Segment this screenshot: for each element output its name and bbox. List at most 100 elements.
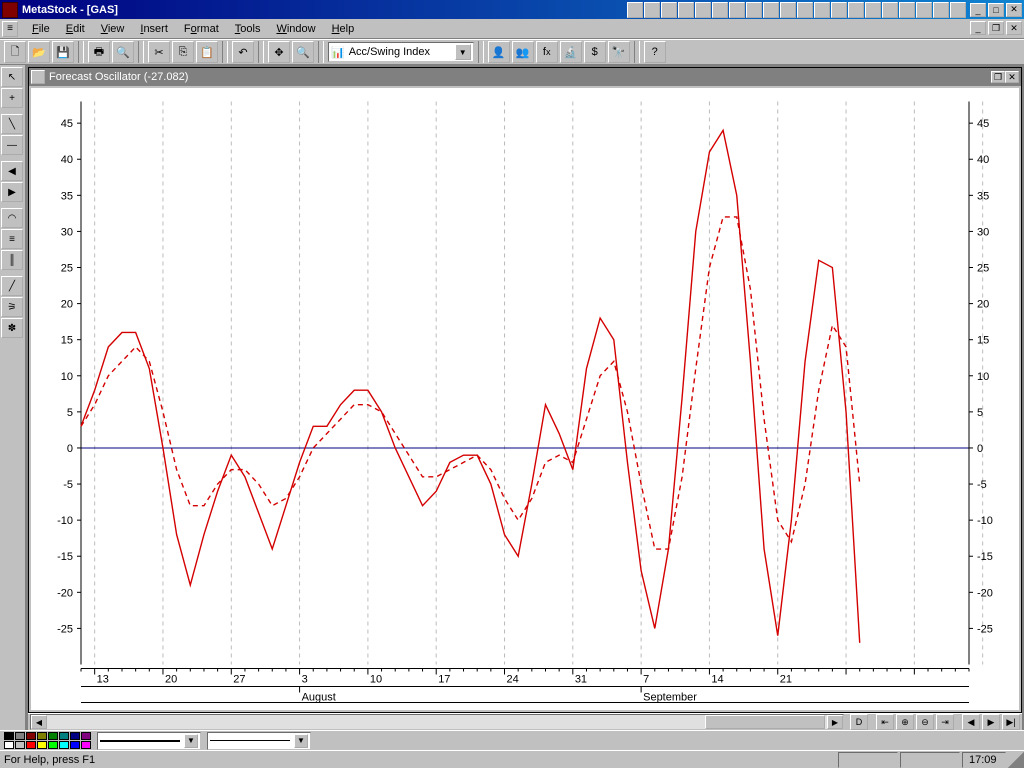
tray-icon[interactable]	[661, 2, 677, 18]
binoculars-button[interactable]: 🔭	[608, 41, 630, 63]
menu-window[interactable]: Window	[268, 21, 323, 37]
scroll-right-icon[interactable]: ▶	[827, 715, 843, 729]
text-tool[interactable]: ✽	[1, 318, 23, 338]
mdi-close-button[interactable]: ✕	[1006, 21, 1022, 35]
fib-tool[interactable]: ║	[1, 250, 23, 270]
tray-icon[interactable]	[695, 2, 711, 18]
menu-tools[interactable]: Tools	[227, 21, 269, 37]
tray-icon[interactable]	[950, 2, 966, 18]
paste-button[interactable]: 📋	[196, 41, 218, 63]
scroll-left-icon[interactable]: ◀	[31, 715, 47, 729]
tray-icon[interactable]	[831, 2, 847, 18]
nav-d-button[interactable]: D	[850, 714, 868, 730]
zoom-button[interactable]: 🔍	[292, 41, 314, 63]
color-swatch[interactable]	[26, 741, 36, 749]
menu-insert[interactable]: Insert	[132, 21, 176, 37]
tray-icon[interactable]	[814, 2, 830, 18]
mdi-sysmenu-icon[interactable]: ≡	[2, 21, 18, 37]
minimize-button[interactable]: _	[970, 3, 986, 17]
tray-icon[interactable]	[644, 2, 660, 18]
arrow-left-tool[interactable]: ◀	[1, 161, 23, 181]
microscope-button[interactable]: 🔬	[560, 41, 582, 63]
nav-first-button[interactable]: ◀	[962, 714, 980, 730]
tray-icon[interactable]	[865, 2, 881, 18]
color-swatch[interactable]	[81, 732, 91, 740]
tray-icon[interactable]	[933, 2, 949, 18]
color-swatch[interactable]	[4, 741, 14, 749]
hline-tool[interactable]: —	[1, 135, 23, 155]
tray-icon[interactable]	[797, 2, 813, 18]
nav-zoomout-button[interactable]: ⊖	[916, 714, 934, 730]
nav-zoomin-button[interactable]: ⊕	[896, 714, 914, 730]
print-button[interactable]: 🖶	[88, 41, 110, 63]
open-button[interactable]: 📂	[28, 41, 50, 63]
pointer-tool[interactable]: ↖	[1, 67, 23, 87]
trendline-tool[interactable]: ╲	[1, 114, 23, 134]
color-swatch[interactable]	[59, 732, 69, 740]
color-swatch[interactable]	[15, 732, 25, 740]
color-swatch[interactable]	[81, 741, 91, 749]
arrow-right-tool[interactable]: ▶	[1, 182, 23, 202]
new-button[interactable]: 🗋	[4, 41, 26, 63]
indicator-select[interactable]: 📊 Acc/Swing Index ▼	[328, 42, 474, 62]
color-swatch[interactable]	[48, 741, 58, 749]
nav-last-button[interactable]: ▶	[982, 714, 1000, 730]
cut-button[interactable]: ✂	[148, 41, 170, 63]
color-palette[interactable]	[4, 732, 91, 749]
chart-sysmenu-icon[interactable]	[31, 70, 45, 84]
chart-close-button[interactable]: ✕	[1005, 71, 1019, 83]
nav-compress-button[interactable]: ⇤	[876, 714, 894, 730]
crosshair-tool[interactable]: +	[1, 88, 23, 108]
menu-help[interactable]: Help	[324, 21, 363, 37]
print-preview-button[interactable]: 🔍	[112, 41, 134, 63]
save-button[interactable]: 💾	[52, 41, 74, 63]
line-style-select[interactable]: ▼	[97, 732, 201, 750]
color-swatch[interactable]	[70, 741, 80, 749]
hscroll[interactable]: ◀ ▶	[30, 714, 844, 730]
menu-edit[interactable]: Edit	[58, 21, 93, 37]
fan-tool[interactable]: ⚞	[1, 297, 23, 317]
tray-icon[interactable]	[780, 2, 796, 18]
copy-button[interactable]: ⎘	[172, 41, 194, 63]
chart-maximize-button[interactable]: ❐	[991, 71, 1005, 83]
menu-file[interactable]: File	[24, 21, 58, 37]
color-swatch[interactable]	[37, 732, 47, 740]
color-swatch[interactable]	[4, 732, 14, 740]
tray-icon[interactable]	[899, 2, 915, 18]
fx-button[interactable]: fx	[536, 41, 558, 63]
regression-tool[interactable]: ╱	[1, 276, 23, 296]
nav-end-button[interactable]: ▶|	[1002, 714, 1020, 730]
tray-icon[interactable]	[916, 2, 932, 18]
tray-icon[interactable]	[627, 2, 643, 18]
expert-button[interactable]: 👤	[488, 41, 510, 63]
chevron-down-icon[interactable]: ▼	[455, 44, 471, 60]
crosshair-button[interactable]: ✥	[268, 41, 290, 63]
color-swatch[interactable]	[48, 732, 58, 740]
maximize-button[interactable]: □	[988, 3, 1004, 17]
color-swatch[interactable]	[15, 741, 25, 749]
tray-icon[interactable]	[729, 2, 745, 18]
line-weight-select[interactable]: ▼	[207, 732, 311, 750]
color-swatch[interactable]	[26, 732, 36, 740]
chevron-down-icon[interactable]: ▼	[184, 734, 198, 748]
tray-icon[interactable]	[882, 2, 898, 18]
help-button[interactable]: ?	[644, 41, 666, 63]
nav-expand-button[interactable]: ⇥	[936, 714, 954, 730]
color-swatch[interactable]	[37, 741, 47, 749]
chevron-down-icon[interactable]: ▼	[294, 734, 308, 748]
tray-icon[interactable]	[712, 2, 728, 18]
menu-format[interactable]: Format	[176, 21, 227, 37]
close-button[interactable]: ✕	[1006, 3, 1022, 17]
arc-tool[interactable]: ◠	[1, 208, 23, 228]
advisor-button[interactable]: 👥	[512, 41, 534, 63]
dollar-button[interactable]: $	[584, 41, 606, 63]
tray-icon[interactable]	[763, 2, 779, 18]
tray-icon[interactable]	[848, 2, 864, 18]
mdi-restore-button[interactable]: ❐	[988, 21, 1004, 35]
plot-area[interactable]: -25-25-20-20-15-15-10-10-5-5005510101515…	[31, 88, 1019, 710]
menu-view[interactable]: View	[93, 21, 133, 37]
gann-tool[interactable]: ≡	[1, 229, 23, 249]
tray-icon[interactable]	[746, 2, 762, 18]
undo-button[interactable]: ↶	[232, 41, 254, 63]
color-swatch[interactable]	[59, 741, 69, 749]
